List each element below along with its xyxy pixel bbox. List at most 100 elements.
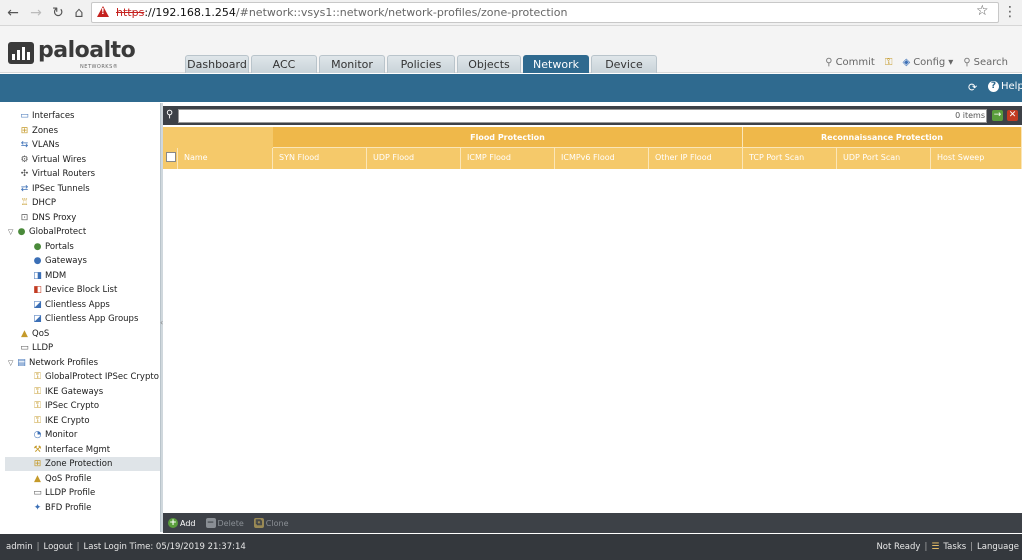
commit-button[interactable]: ⚲ Commit	[825, 57, 875, 68]
sidebar-item-label: Portals	[45, 241, 74, 252]
bookmark-star-icon[interactable]: ☆	[976, 3, 989, 19]
device-block-list-icon: ◧	[33, 285, 42, 295]
column-icmp-flood[interactable]: ICMP Flood	[461, 148, 555, 169]
filter-input[interactable]	[178, 109, 987, 123]
logo-subtext: NETWORKS®	[80, 64, 119, 70]
sidebar-item-lldp[interactable]: ▭ LLDP	[5, 341, 160, 355]
column-tcp-port-scan[interactable]: TCP Port Scan	[743, 148, 837, 169]
separator: |	[970, 542, 974, 552]
delete-icon: −	[205, 518, 216, 528]
sidebar-item-label: Network Profiles	[29, 357, 99, 368]
expand-toggle-icon[interactable]: ▽	[8, 225, 16, 239]
add-button[interactable]: + Add	[168, 518, 196, 528]
commit-label: Commit	[835, 57, 875, 68]
tab-policies[interactable]: Policies	[387, 55, 455, 73]
sidebar-item-clientless-apps[interactable]: ◪ Clientless Apps	[5, 298, 160, 312]
config-lock-button[interactable]: ⚿	[885, 57, 893, 68]
last-login-time: Last Login Time: 05/19/2019 21:37:14	[83, 542, 246, 552]
sidebar-item-lldp-profile[interactable]: ▭ LLDP Profile	[5, 486, 160, 500]
ike-crypto-icon: ⚿	[34, 415, 41, 426]
sidebar-item-qos-profile[interactable]: ▲ QoS Profile	[5, 472, 160, 486]
filter-bar: ⚲ 0 items → ✕	[163, 106, 1022, 125]
select-all-checkbox[interactable]	[166, 152, 176, 162]
back-arrow-icon[interactable]: ←	[3, 3, 23, 23]
tab-network[interactable]: Network	[523, 55, 589, 73]
sidebar-item-clientless-app-groups[interactable]: ◪ Clientless App Groups	[5, 312, 160, 326]
sidebar-item-dns-proxy[interactable]: ⊡ DNS Proxy	[5, 211, 160, 225]
logout-link[interactable]: Logout	[44, 542, 73, 552]
sidebar-item-device-block-list[interactable]: ◧ Device Block List	[5, 283, 160, 297]
language-link[interactable]: Language	[977, 542, 1019, 552]
refresh-icon[interactable]: ⟳	[968, 82, 977, 93]
apply-filter-icon[interactable]: →	[992, 110, 1003, 121]
column-syn-flood[interactable]: SYN Flood	[273, 148, 367, 169]
reload-icon[interactable]: ↻	[48, 3, 68, 23]
clear-filter-icon[interactable]: ✕	[1007, 110, 1018, 121]
sidebar-item-ike-gateways[interactable]: ⚿ IKE Gateways	[5, 385, 160, 399]
clientless-apps-icon: ◪	[33, 299, 42, 310]
column-name[interactable]: Name	[178, 148, 273, 169]
sidebar-item-label: GlobalProtect	[29, 227, 87, 237]
separator: |	[36, 542, 40, 552]
sidebar-item-vlans[interactable]: ⇆ VLANs	[5, 138, 160, 152]
help-label: Help	[1001, 81, 1022, 92]
column-host-sweep[interactable]: Host Sweep	[931, 148, 1022, 169]
sidebar-item-qos[interactable]: ▲ QoS	[5, 327, 160, 341]
tab-objects[interactable]: Objects	[457, 55, 521, 73]
delete-button[interactable]: − Delete	[205, 518, 244, 528]
sidebar-item-ipsec-crypto[interactable]: ⚿ IPSec Crypto	[5, 399, 160, 413]
address-bar[interactable]: https://192.168.1.254/#network::vsys1::n…	[91, 2, 999, 23]
ipsec-crypto-icon: ⚿	[34, 401, 41, 411]
current-user[interactable]: admin	[6, 542, 33, 552]
sidebar-item-monitor[interactable]: ◔ Monitor	[5, 428, 160, 442]
not-secure-warning-icon[interactable]	[97, 6, 109, 17]
help-button[interactable]: ? Help	[988, 81, 1022, 92]
column-udp-port-scan[interactable]: UDP Port Scan	[837, 148, 931, 169]
home-icon[interactable]: ⌂	[69, 3, 89, 23]
network-sidebar-tree: ▭ Interfaces ⊞ Zones ⇆ VLANs ⚙ Virtual Wires ✣ Vi…	[5, 103, 161, 532]
tab-dashboard[interactable]: Dashboard	[185, 55, 249, 73]
column-other-ip-flood[interactable]: Other IP Flood	[649, 148, 743, 169]
sidebar-item-label: Clientless App Groups	[45, 314, 139, 324]
forward-arrow-icon[interactable]: →	[26, 3, 46, 23]
clientless-app-groups-icon: ◪	[33, 314, 42, 324]
browser-menu-icon[interactable]: ⋮	[1003, 4, 1017, 20]
column-udp-flood[interactable]: UDP Flood	[367, 148, 461, 169]
sidebar-item-interfaces[interactable]: ▭ Interfaces	[5, 109, 160, 123]
sidebar-item-globalprotect-ipsec-crypto[interactable]: ⚿ GlobalProtect IPSec Crypto	[5, 370, 160, 384]
sidebar-item-portals[interactable]: ● Portals	[5, 240, 160, 254]
sidebar-item-dhcp[interactable]: ♖ DHCP	[5, 196, 160, 210]
interfaces-icon: ▭	[20, 111, 29, 121]
sidebar-item-label: Interface Mgmt	[45, 444, 111, 455]
sidebar-item-ike-crypto[interactable]: ⚿ IKE Crypto	[5, 414, 160, 428]
sidebar-item-bfd-profile[interactable]: ✦ BFD Profile	[5, 501, 160, 515]
sidebar-item-label: Virtual Routers	[32, 169, 96, 179]
sidebar-item-gateways[interactable]: ● Gateways	[5, 254, 160, 268]
column-icmpv6-flood[interactable]: ICMPv6 Flood	[555, 148, 649, 169]
tasks-link[interactable]: Tasks	[943, 542, 966, 552]
help-icon: ?	[988, 81, 999, 92]
header-spacer	[178, 127, 273, 148]
search-button[interactable]: ⚲ Search	[963, 57, 1008, 68]
sidebar-item-virtual-wires[interactable]: ⚙ Virtual Wires	[5, 153, 160, 167]
sidebar-item-globalprotect[interactable]: ▽ ● GlobalProtect	[5, 225, 160, 239]
tab-monitor[interactable]: Monitor	[319, 55, 385, 73]
sidebar-item-label: Virtual Wires	[32, 154, 87, 165]
sidebar-item-interface-mgmt[interactable]: ⚒ Interface Mgmt	[5, 443, 160, 457]
group-reconnaissance-protection: Reconnaissance Protection	[743, 127, 1022, 148]
clone-button[interactable]: ⧉ Clone	[253, 518, 289, 528]
sidebar-item-ipsec-tunnels[interactable]: ⇄ IPSec Tunnels	[5, 182, 160, 196]
config-menu-button[interactable]: ◈ Config ▾	[902, 57, 953, 68]
header-actions: ⚲ Commit ⚿ ◈ Config ▾ ⚲ Search	[825, 57, 1008, 68]
tab-acc[interactable]: ACC	[251, 55, 317, 73]
sidebar-item-virtual-routers[interactable]: ✣ Virtual Routers	[5, 167, 160, 181]
sidebar-item-mdm[interactable]: ◨ MDM	[5, 269, 160, 283]
tab-device[interactable]: Device	[591, 55, 657, 73]
sidebar-item-zones[interactable]: ⊞ Zones	[5, 124, 160, 138]
sidebar-item-label: VLANs	[32, 140, 60, 150]
sidebar-item-network-profiles[interactable]: ▽ ▤ Network Profiles	[5, 356, 160, 370]
sidebar-item-zone-protection[interactable]: ⊞ Zone Protection	[5, 457, 160, 471]
grid-header: Flood Protection Reconnaissance Protecti…	[163, 127, 1022, 169]
expand-toggle-icon[interactable]: ▽	[8, 356, 16, 370]
sidebar-item-label: QoS	[32, 328, 50, 339]
